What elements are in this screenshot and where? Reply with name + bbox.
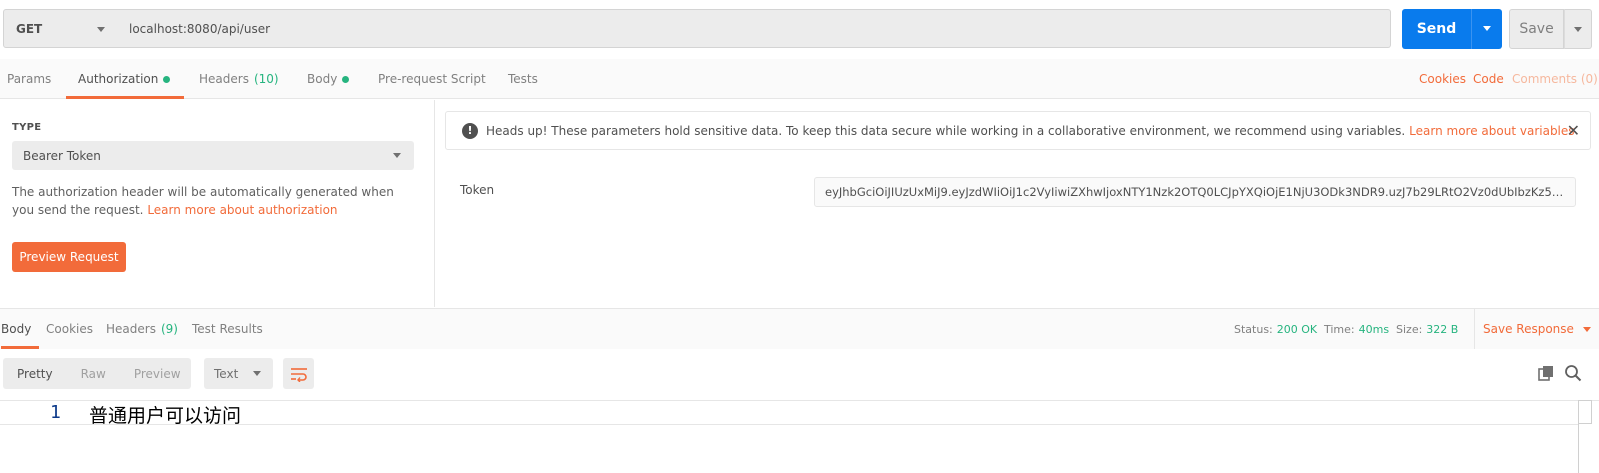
- chevron-down-icon: [393, 153, 401, 158]
- sensitive-data-notice: ! Heads up! These parameters hold sensit…: [445, 111, 1591, 150]
- tab-response-body[interactable]: Body: [1, 309, 40, 349]
- tab-label: Body: [307, 72, 338, 86]
- view-pretty-button[interactable]: Pretty: [3, 367, 67, 381]
- save-button[interactable]: Save: [1509, 9, 1564, 49]
- status-value: 200 OK: [1276, 322, 1318, 336]
- request-bar: GET localhost:8080/api/user Send Save: [0, 0, 1599, 59]
- headers-count: (10): [253, 72, 279, 86]
- tab-authorization[interactable]: Authorization: [65, 59, 185, 99]
- tab-tests[interactable]: Tests: [508, 59, 538, 99]
- size-value: 322 B: [1426, 322, 1459, 336]
- editor-divider: [1578, 424, 1579, 473]
- token-label: Token: [460, 183, 495, 197]
- status-stat: Status: 200 OK: [1234, 309, 1317, 349]
- close-icon[interactable]: ✕: [1567, 121, 1580, 140]
- view-raw-button[interactable]: Raw: [67, 367, 120, 381]
- token-value: eyJhbGciOiJIUzUxMiJ9.eyJzdWIiOiJ1c2VyIiw…: [825, 185, 1565, 199]
- search-icon[interactable]: [1564, 364, 1582, 382]
- active-dot-icon: [163, 75, 171, 83]
- url-input[interactable]: localhost:8080/api/user: [118, 9, 1391, 48]
- active-dot-icon: [342, 75, 350, 83]
- view-mode-group: Pretty Raw Preview: [3, 358, 191, 389]
- format-select[interactable]: Text: [204, 358, 273, 389]
- preview-request-button[interactable]: Preview Request: [12, 242, 126, 272]
- auth-type-value: Bearer Token: [23, 148, 101, 163]
- time-stat: Time: 40ms: [1324, 309, 1389, 349]
- tab-label: Headers: [199, 72, 249, 86]
- send-button[interactable]: Send: [1402, 9, 1471, 49]
- tab-response-headers[interactable]: Headers (9): [106, 309, 178, 349]
- response-text: 普通用户可以访问: [89, 405, 242, 427]
- comments-link[interactable]: Comments (0): [1512, 59, 1598, 99]
- status-label: Status:: [1234, 322, 1273, 336]
- line-number: 1: [50, 402, 61, 423]
- send-options-button[interactable]: [1471, 9, 1502, 49]
- save-response-label: Save Response: [1483, 322, 1574, 336]
- response-body-editor[interactable]: 1 普通用户可以访问: [0, 400, 1599, 473]
- wrap-lines-button[interactable]: [283, 358, 314, 389]
- headers-count: (9): [160, 322, 178, 336]
- learn-more-variables-link[interactable]: Learn more about variables: [1409, 124, 1574, 138]
- wrap-lines-icon: [290, 367, 307, 382]
- tab-label: Params: [7, 72, 52, 86]
- save-options-button[interactable]: [1564, 9, 1592, 49]
- time-value: 40ms: [1358, 322, 1390, 336]
- scrollbar[interactable]: [1578, 400, 1592, 424]
- type-label: TYPE: [12, 122, 42, 133]
- chevron-down-icon: [1582, 326, 1591, 332]
- request-tabs: Params Authorization Headers (10) Body Pr…: [0, 59, 1599, 99]
- auth-type-select[interactable]: Bearer Token: [12, 141, 414, 170]
- tab-label: Body: [1, 322, 32, 336]
- code-line: 1 普通用户可以访问: [0, 401, 1578, 427]
- tab-prerequest-script[interactable]: Pre-request Script: [378, 59, 486, 99]
- size-label: Size:: [1396, 322, 1423, 336]
- warning-icon: !: [462, 122, 478, 139]
- chevron-down-icon: [253, 371, 261, 376]
- tab-headers[interactable]: Headers (10): [199, 59, 279, 99]
- tab-label: Pre-request Script: [378, 72, 486, 86]
- response-tabs: Body Cookies Headers (9) Test Results Sta…: [0, 308, 1599, 349]
- tab-label: Headers: [106, 322, 156, 336]
- tab-label: Test Results: [192, 322, 263, 336]
- notice-text: Heads up! These parameters hold sensitiv…: [486, 123, 1406, 138]
- copy-icon[interactable]: [1538, 365, 1554, 381]
- token-input[interactable]: eyJhbGciOiJIUzUxMiJ9.eyJzdWIiOiJ1c2VyIiw…: [814, 177, 1576, 207]
- tab-body[interactable]: Body: [307, 59, 350, 99]
- method-value: GET: [16, 21, 43, 36]
- code-link[interactable]: Code: [1473, 59, 1504, 99]
- learn-more-authorization-link[interactable]: Learn more about authorization: [147, 203, 337, 217]
- chevron-down-icon: [1483, 26, 1491, 31]
- chevron-down-icon: [1574, 27, 1582, 32]
- time-label: Time:: [1324, 322, 1355, 336]
- format-value: Text: [214, 366, 239, 381]
- tab-label: Cookies: [46, 322, 93, 336]
- view-preview-button[interactable]: Preview: [120, 367, 195, 381]
- tab-label: Authorization: [78, 72, 159, 86]
- save-response-button[interactable]: Save Response: [1474, 309, 1591, 349]
- chevron-down-icon: [97, 27, 105, 32]
- size-stat: Size: 322 B: [1396, 309, 1458, 349]
- tab-label: Tests: [508, 72, 538, 86]
- auth-type-panel: TYPE Bearer Token The authorization head…: [0, 100, 435, 307]
- method-select[interactable]: GET: [3, 9, 119, 48]
- auth-description: The authorization header will be automat…: [12, 183, 412, 219]
- tab-response-cookies[interactable]: Cookies: [46, 309, 93, 349]
- tab-params[interactable]: Params: [7, 59, 51, 99]
- tab-test-results[interactable]: Test Results: [192, 309, 263, 349]
- url-value: localhost:8080/api/user: [129, 21, 271, 36]
- cookies-link[interactable]: Cookies: [1419, 59, 1466, 99]
